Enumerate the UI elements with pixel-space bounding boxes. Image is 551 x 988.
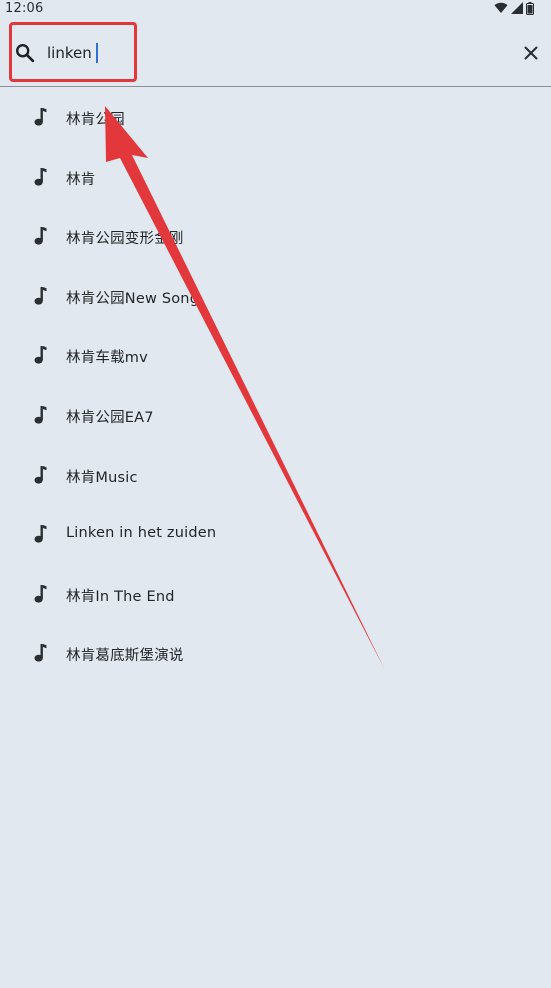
wifi-icon	[494, 2, 508, 14]
list-item[interactable]: Linken in het zuiden	[0, 504, 551, 564]
list-item-label: 林肯	[66, 171, 96, 188]
music-note-icon	[34, 406, 47, 424]
list-item-label: Linken in het zuiden	[66, 525, 217, 542]
list-item[interactable]: 林肯公园变形金刚	[0, 206, 551, 266]
list-item-label: 林肯公园变形金刚	[66, 231, 184, 248]
list-item-label: 林肯公园EA7	[66, 410, 154, 426]
list-item[interactable]: 林肯Music	[0, 445, 551, 505]
list-item[interactable]: 林肯公园	[0, 87, 551, 147]
list-item[interactable]: 林肯公园EA7	[0, 385, 551, 445]
music-note-icon	[34, 465, 47, 484]
music-note-icon	[34, 108, 47, 126]
status-time: 12:06	[5, 1, 44, 16]
list-item-label: 林肯车载mv	[66, 350, 148, 367]
list-item[interactable]: 林肯葛底斯堡演说	[0, 623, 551, 683]
music-note-icon	[34, 644, 47, 662]
list-item-label: 林肯公园New Song	[66, 290, 200, 307]
list-item-label: 林肯公园	[66, 112, 125, 128]
clear-search-button[interactable]	[518, 40, 544, 66]
music-note-icon	[34, 286, 47, 305]
list-item[interactable]: 林肯	[0, 147, 551, 207]
list-item[interactable]: 林肯In The End	[0, 564, 551, 624]
music-note-icon	[34, 227, 47, 245]
list-item[interactable]: 林肯公园New Song	[0, 266, 551, 326]
status-icons	[494, 1, 534, 15]
list-item[interactable]: 林肯车载mv	[0, 325, 551, 385]
close-icon	[524, 46, 538, 60]
annotation-highlight-box	[9, 22, 137, 82]
music-note-icon	[34, 346, 47, 364]
list-item-label: 林肯In The End	[66, 588, 175, 605]
list-item-label: 林肯Music	[66, 469, 138, 486]
music-note-icon	[34, 584, 47, 603]
list-item-label: 林肯葛底斯堡演说	[66, 648, 184, 665]
status-bar: 12:06	[0, 0, 551, 18]
music-note-icon	[34, 525, 47, 543]
signal-icon	[511, 2, 523, 14]
music-note-icon	[34, 167, 47, 186]
battery-icon	[526, 1, 534, 15]
